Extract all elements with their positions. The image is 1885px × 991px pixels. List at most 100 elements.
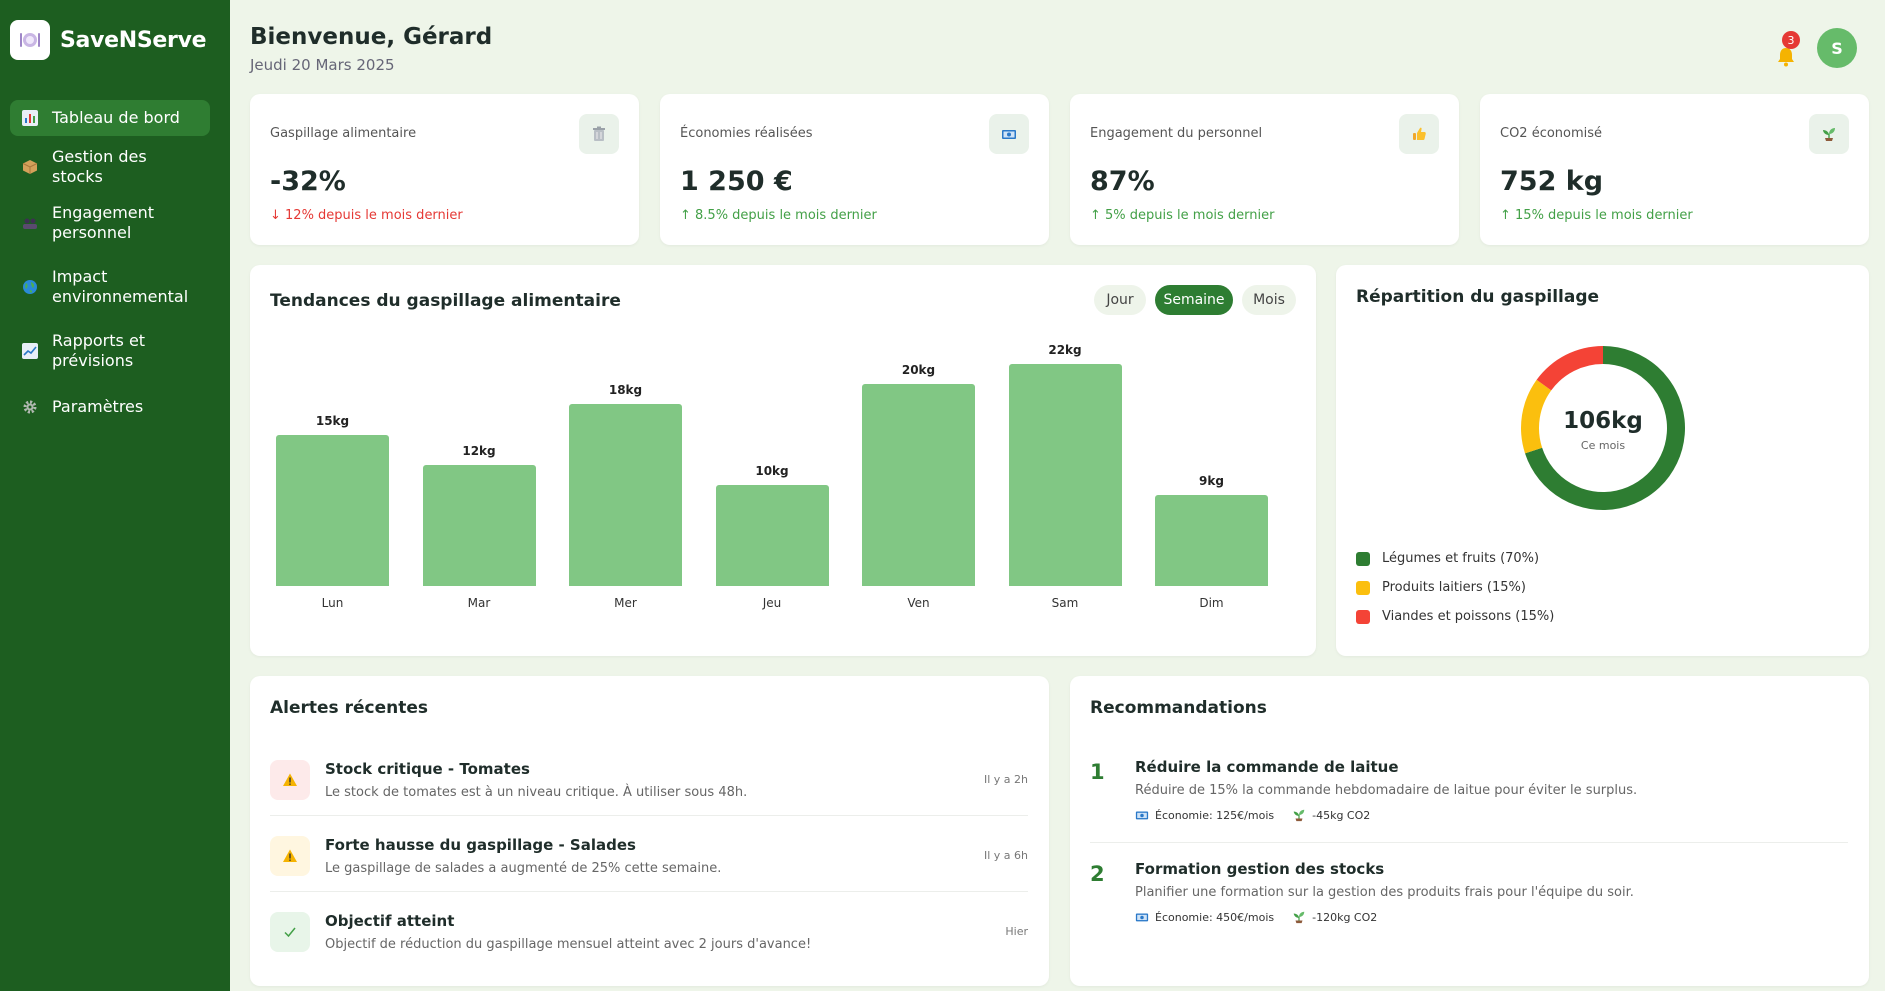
stat-label: Économies réalisées: [680, 126, 813, 141]
co2-text: -120kg CO2: [1312, 910, 1378, 924]
period-week-button[interactable]: Semaine: [1155, 285, 1233, 315]
bar[interactable]: [422, 464, 536, 586]
recommendation-title: Formation gestion des stocks: [1135, 860, 1385, 878]
notification-count-badge: 3: [1782, 31, 1800, 49]
bar-chart-icon: [22, 110, 52, 126]
sidebar-item-reports[interactable]: Rapports et prévisions: [10, 327, 210, 375]
sidebar-item-label: Tableau de bord: [52, 108, 180, 127]
bar-value-label: 22kg: [1048, 343, 1082, 357]
legend-swatch: [1356, 580, 1370, 595]
gear-icon: [22, 399, 52, 415]
bar-value-label: 12kg: [462, 443, 496, 458]
legend-swatch: [1356, 551, 1370, 566]
period-day-button[interactable]: Jour: [1094, 285, 1146, 315]
breakdown-title: Répartition du gaspillage: [1356, 287, 1600, 307]
bar[interactable]: [1008, 364, 1122, 586]
stat-card-savings: Économies réalisées 1 250 € ↑ 8.5% depui…: [660, 94, 1049, 245]
stat-value: 87%: [1090, 166, 1155, 197]
seedling-icon: [1809, 114, 1849, 154]
recommendations-title: Recommandations: [1090, 698, 1267, 718]
sidebar-item-label: Gestion des stocks: [52, 147, 147, 186]
recommendation-number: 1: [1090, 760, 1105, 784]
trends-card: Tendances du gaspillage alimentaire Jour…: [250, 265, 1316, 656]
saving-text: Économie: 450€/mois: [1155, 910, 1275, 924]
warning-icon: [270, 760, 310, 800]
stat-change: ↑ 15% depuis le mois dernier: [1500, 208, 1693, 223]
sidebar-item-label: Engagement personnel: [52, 203, 155, 242]
team-icon: [22, 215, 52, 231]
co2-tag: -120kg CO2: [1292, 910, 1377, 924]
recommendation-meta: Économie: 125€/mois -45kg CO2: [1135, 808, 1388, 822]
legend-item: Légumes et fruits (70%): [1356, 551, 1539, 566]
trend-chart-icon: [22, 343, 52, 359]
donut-center-value: 106kg: [1563, 408, 1643, 434]
alert-time: Il y a 6h: [983, 849, 1028, 862]
app-name: SaveNServe: [60, 27, 207, 53]
sidebar-item-label: Rapports et prévisions: [52, 331, 146, 370]
sidebar-item-label: Impact environnemental: [52, 267, 189, 306]
recommendation-desc: Réduire de 15% la commande hebdomadaire …: [1135, 783, 1638, 798]
legend-label: Viandes et poissons (15%): [1382, 609, 1555, 624]
trash-icon: [579, 114, 619, 154]
package-icon: [22, 159, 52, 175]
stat-label: CO2 économisé: [1500, 126, 1603, 141]
legend-item: Viandes et poissons (15%): [1356, 609, 1554, 624]
stat-card-waste: Gaspillage alimentaire -32% ↓ 12% depuis…: [250, 94, 639, 245]
x-tick-label: Mer: [614, 596, 637, 610]
stat-label: Gaspillage alimentaire: [270, 126, 417, 141]
sidebar-nav: Tableau de bord Gestion des stocks Engag…: [10, 100, 210, 425]
co2-tag: -45kg CO2: [1292, 808, 1370, 822]
avatar[interactable]: S: [1817, 28, 1857, 68]
alert-desc: Le stock de tomates est à un niveau crit…: [325, 785, 748, 800]
money-icon: [989, 114, 1029, 154]
saving-tag: Économie: 450€/mois: [1135, 910, 1274, 924]
bar-value-label: 18kg: [608, 383, 643, 398]
bar[interactable]: [569, 404, 682, 586]
recommendation-meta: Économie: 450€/mois -120kg CO2: [1135, 910, 1395, 924]
alert-desc: Le gaspillage de salades a augmenté de 2…: [325, 861, 722, 876]
divider: [270, 815, 1028, 816]
alerts-card: Alertes récentes Stock critique - Tomate…: [250, 676, 1049, 986]
sidebar-item-label: Paramètres: [52, 397, 144, 416]
sidebar-item-impact[interactable]: Impact environnemental: [10, 263, 210, 311]
sidebar: SaveNServe Tableau de bord Gestion des s…: [0, 0, 230, 991]
x-tick-label: Dim: [1199, 596, 1224, 610]
alert-time: Il y a 2h: [983, 773, 1028, 786]
period-month-button[interactable]: Mois: [1242, 285, 1296, 315]
money-icon: [1135, 913, 1149, 922]
donut-slice[interactable]: [1536, 346, 1603, 391]
legend-swatch: [1356, 609, 1370, 624]
recommendations-card: Recommandations 1 Réduire la commande de…: [1070, 676, 1869, 986]
stat-card-co2: CO2 économisé 752 kg ↑ 15% depuis le moi…: [1480, 94, 1869, 245]
bar[interactable]: [1155, 495, 1268, 586]
bar[interactable]: [715, 485, 829, 586]
globe-icon: [22, 279, 52, 295]
sidebar-item-stocks[interactable]: Gestion des stocks: [10, 147, 210, 186]
bar[interactable]: [276, 434, 389, 586]
alerts-title: Alertes récentes: [270, 698, 428, 718]
check-icon: [270, 912, 310, 952]
money-icon: [1135, 811, 1149, 820]
legend-label: Légumes et fruits (70%): [1382, 551, 1540, 566]
x-tick-label: Mar: [467, 596, 491, 610]
divider: [1090, 842, 1848, 843]
saving-tag: Économie: 125€/mois: [1135, 808, 1274, 822]
bar[interactable]: [862, 384, 975, 586]
page-date: Jeudi 20 Mars 2025: [250, 56, 395, 74]
sidebar-item-settings[interactable]: Paramètres: [10, 389, 210, 425]
legend-label: Produits laitiers (15%): [1382, 580, 1526, 595]
sidebar-item-engagement[interactable]: Engagement personnel: [10, 199, 210, 247]
co2-text: -45kg CO2: [1312, 808, 1371, 822]
brand[interactable]: SaveNServe: [10, 20, 207, 60]
recommendation-item[interactable]: 2 Formation gestion des stocks Planifier…: [1090, 858, 1848, 948]
sidebar-item-dashboard[interactable]: Tableau de bord: [10, 100, 210, 136]
recommendation-item[interactable]: 1 Réduire la commande de laitue Réduire …: [1090, 756, 1848, 846]
alert-time: Hier: [1005, 925, 1028, 938]
alert-item[interactable]: Forte hausse du gaspillage - Salades Le …: [270, 832, 1028, 908]
alert-item[interactable]: Objectif atteint Objectif de réduction d…: [270, 908, 1028, 984]
stat-card-engagement: Engagement du personnel 87% ↑ 5% depuis …: [1070, 94, 1459, 245]
alert-item[interactable]: Stock critique - Tomates Le stock de tom…: [270, 756, 1028, 832]
breakdown-card: Répartition du gaspillage 106kg Ce mois …: [1336, 265, 1869, 656]
x-tick-label: Jeu: [762, 596, 782, 610]
legend-item: Produits laitiers (15%): [1356, 580, 1526, 595]
